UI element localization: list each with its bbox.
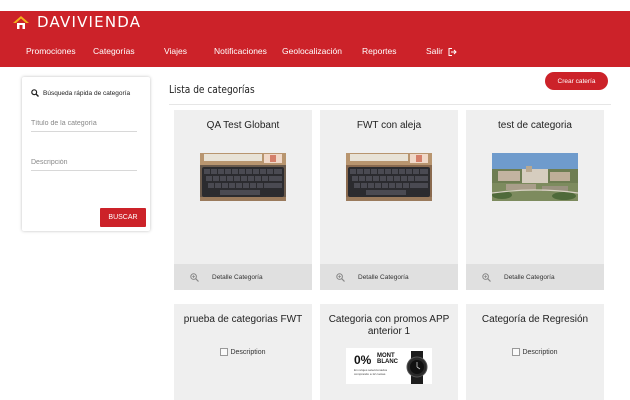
watch-product-icon — [406, 351, 428, 384]
top-white-strip — [0, 0, 630, 11]
broken-image-icon — [220, 348, 229, 356]
category-card: Categoría de Regresión Description — [466, 304, 604, 400]
category-card: Categoria con promos APP anterior 1 0% M… — [320, 304, 458, 400]
nav-item-geolocalizacion[interactable]: Geolocalización — [282, 44, 342, 58]
category-card: prueba de categorias FWT Description — [174, 304, 312, 400]
nav-item-notificaciones[interactable]: Notificaciones — [214, 44, 267, 58]
category-card-title: prueba de categorias FWT — [183, 314, 303, 325]
nav-item-salir[interactable]: Salir — [426, 44, 458, 58]
category-card-title: test de categoria — [498, 120, 572, 131]
category-card: test de categoria Detalle Categoría — [466, 110, 604, 290]
brand-logo[interactable]: DAVIVIENDA — [12, 13, 141, 31]
category-detail-label: Detalle Categoría — [358, 273, 409, 281]
brand-name: DAVIVIENDA — [37, 13, 142, 31]
logout-icon — [448, 47, 458, 56]
category-title-input[interactable] — [31, 116, 137, 132]
campus-aerial-photo — [492, 153, 578, 201]
nav-item-salir-label: Salir — [426, 46, 444, 56]
zoom-in-icon — [190, 272, 199, 282]
category-card-title: Categoría de Regresión — [481, 314, 589, 325]
zoom-in-icon — [482, 272, 491, 282]
nav-item-viajes[interactable]: Viajes — [164, 44, 187, 58]
promo-percent: 0% — [354, 353, 372, 367]
category-detail-link[interactable]: Detalle Categoría — [466, 264, 604, 290]
nav-item-promociones[interactable]: Promociones — [26, 44, 76, 58]
broken-image-alt: Description — [522, 348, 558, 356]
main-nav: Promociones Categorías Viajes Notificaci… — [0, 44, 630, 58]
broken-image-alt: Description — [230, 348, 266, 356]
title-divider — [169, 104, 611, 105]
montblanc-promo-banner: 0% MONT BLANC En relojes seleccionados c… — [346, 348, 432, 384]
broken-image-placeholder: Description — [466, 348, 604, 356]
search-icon — [31, 89, 39, 97]
category-card-title: FWT con aleja — [356, 120, 422, 131]
broken-image-placeholder: Description — [174, 348, 312, 356]
category-detail-link[interactable]: Detalle Categoría — [174, 264, 312, 290]
category-card: QA Test Globant Detalle Categoría — [174, 110, 312, 290]
promo-fine-print: En relojes seleccionados comprando a 12 … — [354, 368, 388, 376]
create-category-button[interactable]: Crear catería — [545, 72, 608, 90]
page-title: Lista de categorías — [169, 84, 255, 96]
category-card-title: QA Test Globant — [206, 120, 280, 131]
zoom-in-icon — [336, 272, 345, 282]
description-input[interactable] — [31, 155, 137, 171]
laptop-keyboard-photo — [346, 153, 432, 201]
broken-image-icon — [512, 348, 521, 356]
quick-search-heading: Búsqueda rápida de categoría — [31, 89, 130, 97]
house-roof-icon — [13, 16, 29, 29]
quick-search-heading-text: Búsqueda rápida de categoría — [43, 89, 131, 97]
search-button[interactable]: BUSCAR — [100, 208, 146, 227]
category-detail-link[interactable]: Detalle Categoría — [320, 264, 458, 290]
nav-item-categorias[interactable]: Categorías — [93, 44, 135, 58]
nav-item-reportes[interactable]: Reportes — [362, 44, 397, 58]
promo-brand-line2: BLANC — [377, 359, 398, 365]
category-detail-label: Detalle Categoría — [504, 273, 555, 281]
category-card: FWT con aleja Detalle Categoría — [320, 110, 458, 290]
category-detail-label: Detalle Categoría — [212, 273, 263, 281]
laptop-keyboard-photo — [200, 153, 286, 201]
category-card-title: Categoria con promos APP anterior 1 — [328, 314, 450, 337]
